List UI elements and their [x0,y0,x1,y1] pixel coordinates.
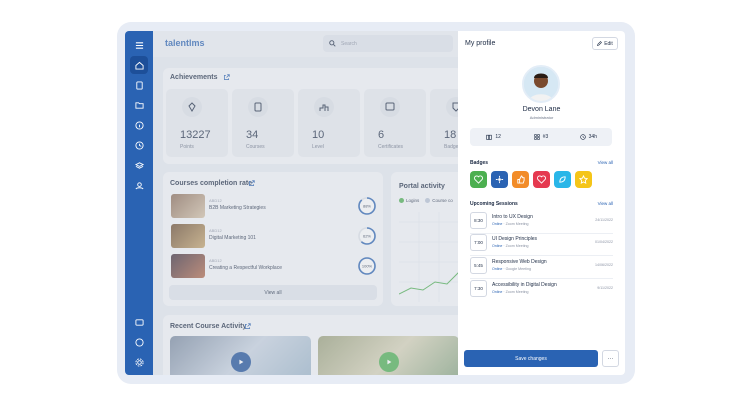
network-badge-icon[interactable] [491,171,508,188]
session-time: 5:45 [470,257,487,274]
save-changes-button[interactable]: Save changes [464,350,598,367]
users-icon[interactable] [130,176,148,194]
panel-title: My profile [465,40,496,47]
hours-stat: 34h [565,128,612,146]
menu-icon[interactable] [130,36,148,54]
session-date: 9/11/2022 [597,286,613,290]
app-screen: talentlms Search Achievements 13227 Poin… [125,31,625,375]
session-item[interactable]: 8:30 Intro to UX Design Online · Zoom Me… [470,211,613,231]
settings-icon[interactable] [130,353,148,371]
session-meta: Online · Zoom Meeting [492,222,529,226]
book-icon[interactable] [130,76,148,94]
heart-badge-icon[interactable] [533,171,550,188]
session-date: 14/06/2022 [595,263,613,267]
profile-role: Administrator [529,115,554,120]
profile-panel: My profile Edit Devon Lane Administrator… [458,31,625,375]
session-item[interactable]: 7:00 UI Design Principles Online · Zoom … [470,233,613,253]
session-meta: Online · Zoom Meeting [492,244,529,248]
layers-icon[interactable] [130,156,148,174]
book-icon [486,134,493,140]
session-meta: Online · Google Meeting [492,267,531,271]
session-name: UI Design Principles [492,236,538,242]
session-name: Intro to UX Design [492,214,533,220]
session-time: 7:30 [470,280,487,297]
heart-badge-icon[interactable] [470,171,487,188]
clock-icon[interactable] [130,136,148,154]
sidebar [125,31,153,375]
inbox-icon[interactable] [130,313,148,331]
info-icon[interactable] [130,116,148,134]
chat-icon[interactable] [130,333,148,351]
more-options-button[interactable]: ··· [602,350,619,367]
session-date: 01/04/2022 [595,240,613,244]
courses-stat: 12 [470,128,517,146]
thumbs-up-badge-icon[interactable] [512,171,529,188]
session-meta: Online · Zoom Meeting [492,290,529,294]
session-name: Accessibility in Digital Design [492,282,557,288]
badges-title: Badges [470,160,489,166]
sessions-title: Upcoming Sessions [470,201,518,207]
session-item[interactable]: 7:30 Accessibility in Digital Design Onl… [470,279,613,299]
star-badge-icon[interactable] [575,171,592,188]
session-date: 24/11/2022 [595,218,613,222]
clock-icon [579,134,586,140]
session-name: Responsive Web Design [492,259,547,265]
leaf-badge-icon[interactable] [554,171,571,188]
profile-name: Devon Lane [522,106,561,113]
session-item[interactable]: 5:45 Responsive Web Design Online · Goog… [470,256,613,276]
session-time: 8:30 [470,212,487,229]
profile-stats: 12 #3 34h [470,128,612,146]
folder-icon[interactable] [130,96,148,114]
badges-view-all-link[interactable]: View all [598,160,613,165]
grid-icon [534,134,540,140]
avatar [522,65,560,103]
home-icon[interactable] [130,56,148,74]
edit-button[interactable]: Edit [592,37,618,50]
pencil-icon [597,41,603,46]
session-time: 7:00 [470,234,487,251]
rank-stat: #3 [517,128,564,146]
sessions-view-all-link[interactable]: View all [598,201,613,206]
edit-label: Edit [604,40,613,47]
